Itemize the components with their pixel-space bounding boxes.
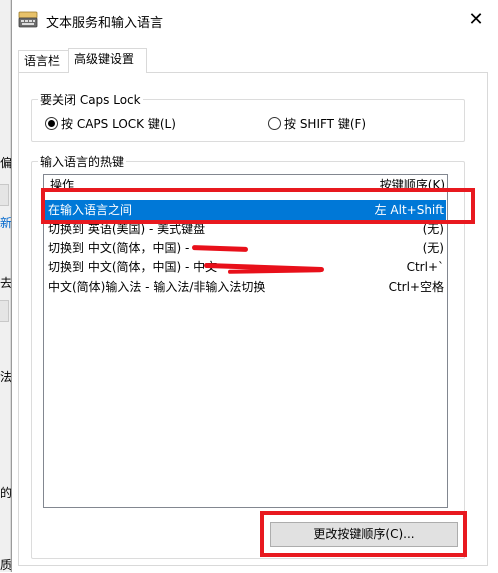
list-item[interactable]: 在输入语言之间 左 Alt+Shift xyxy=(45,200,446,220)
radio-caps-lock-key[interactable]: 按 CAPS LOCK 键(L) xyxy=(45,115,176,132)
text-services-dialog: 文本服务和输入语言 ✕ 语言栏 高级键设置 要关闭 Caps Lock 按 CA… xyxy=(11,0,498,572)
tab-advanced-key-settings[interactable]: 高级键设置 xyxy=(68,48,147,73)
hotkeys-list[interactable]: 操作 按键顺序(K) 在输入语言之间 左 Alt+Shift 切换到 英语(美国… xyxy=(43,174,448,508)
list-header: 操作 按键顺序(K) xyxy=(44,175,447,192)
radio-shift-key[interactable]: 按 SHIFT 键(F) xyxy=(268,115,366,132)
hotkey-action: 在输入语言之间 xyxy=(48,203,133,217)
background-input xyxy=(0,184,9,206)
radio-button-checked[interactable] xyxy=(45,117,58,130)
caps-lock-group-label: 要关闭 Caps Lock xyxy=(38,91,143,108)
close-button[interactable]: ✕ xyxy=(458,6,494,34)
hotkey-action: 中文(简体)输入法 - 输入法/非输入法切换 xyxy=(48,280,266,294)
hotkey-action: 切换到 中文(简体，中国) - 中文 xyxy=(48,260,218,274)
hotkey-sequence: 左 Alt+Shift xyxy=(374,203,444,217)
dialog-title: 文本服务和输入语言 xyxy=(46,16,164,31)
hotkey-action: 切换到 中文(简体，中国) - xyxy=(48,241,190,255)
column-header-key-sequence[interactable]: 按键顺序(K) xyxy=(380,176,445,193)
title-bar[interactable]: 文本服务和输入语言 ✕ xyxy=(12,0,498,40)
hotkey-sequence: Ctrl+空格 xyxy=(388,280,444,294)
tab-language-bar[interactable]: 语言栏 xyxy=(18,50,69,72)
change-key-sequence-button[interactable]: 更改按键顺序(C)... xyxy=(270,522,458,547)
background-input xyxy=(0,300,9,322)
keyboard-language-icon xyxy=(18,11,38,28)
radio-button-unchecked[interactable] xyxy=(268,117,281,130)
hotkey-sequence: (无) xyxy=(422,222,444,236)
radio-shift-label: 按 SHIFT 键(F) xyxy=(284,117,367,131)
column-header-action[interactable]: 操作 xyxy=(50,176,74,193)
hotkey-sequence: Ctrl+` xyxy=(406,260,444,274)
background-window: 偏 新 去 法 的 质 xyxy=(0,0,12,572)
hotkey-sequence: (无) xyxy=(422,241,444,255)
radio-caps-lock-label: 按 CAPS LOCK 键(L) xyxy=(61,117,176,131)
hotkeys-group-label: 输入语言的热键 xyxy=(38,153,127,170)
close-icon: ✕ xyxy=(468,9,484,30)
list-item[interactable]: 中文(简体)输入法 - 输入法/非输入法切换 Ctrl+空格 xyxy=(45,277,446,297)
list-item[interactable]: 切换到 英语(美国) - 美式键盘 (无) xyxy=(45,219,446,239)
hotkey-action: 切换到 英语(美国) - 美式键盘 xyxy=(48,222,206,236)
